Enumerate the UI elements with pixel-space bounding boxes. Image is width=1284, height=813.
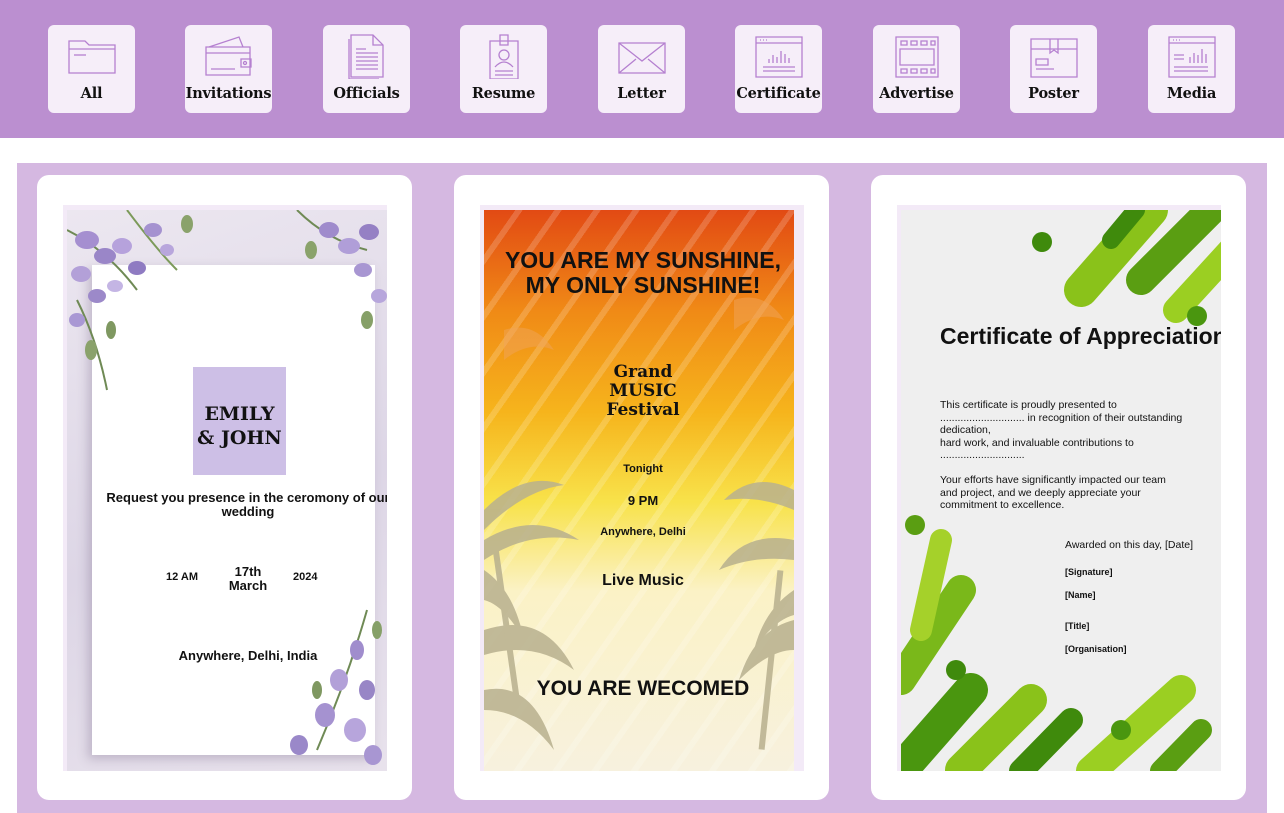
category-advertise[interactable]: Advertise <box>873 25 960 113</box>
media-window-icon <box>1166 33 1218 79</box>
festival-place: Anywhere, Delhi <box>600 526 686 538</box>
category-media[interactable]: Media <box>1148 25 1235 113</box>
category-all[interactable]: All <box>48 25 135 113</box>
invitation-year: 2024 <box>293 571 318 583</box>
category-bar: All Invitations Officials Resume Letter … <box>0 0 1284 138</box>
category-invitations[interactable]: Invitations <box>185 25 272 113</box>
category-poster[interactable]: Poster <box>1010 25 1097 113</box>
template-card-festival[interactable]: YOU ARE MY SUNSHINE, MY ONLY SUNSHINE! G… <box>454 175 829 800</box>
invitation-place: Anywhere, Delhi, India <box>178 648 318 663</box>
certificate-organisation: [Organisation] <box>1065 644 1127 654</box>
invitation-date: 17th March <box>228 564 268 593</box>
category-label: Advertise <box>879 85 954 102</box>
category-certificate[interactable]: Certificate <box>735 25 822 113</box>
festival-background: YOU ARE MY SUNSHINE, MY ONLY SUNSHINE! G… <box>484 210 794 771</box>
invitation-background: EMILY & JOHN Request you presence in the… <box>67 210 387 771</box>
festival-headline: YOU ARE MY SUNSHINE, MY ONLY SUNSHINE! <box>504 247 782 298</box>
festival-feature: Live Music <box>602 572 684 589</box>
certificate-role: [Title] <box>1065 621 1090 631</box>
certificate-impact: Your efforts have significantly impacted… <box>940 474 1166 511</box>
couple-names: EMILY & JOHN <box>197 403 282 449</box>
certificate-name: [Name] <box>1065 590 1096 600</box>
category-resume[interactable]: Resume <box>460 25 547 113</box>
festival-event-name: Grand MUSIC Festival <box>606 362 680 420</box>
template-preview-certificate: Certificate of Appreciation This certifi… <box>897 205 1221 771</box>
id-badge-icon <box>478 33 530 79</box>
chart-window-icon <box>753 33 805 79</box>
category-label: Certificate <box>736 85 821 102</box>
template-card-certificate[interactable]: Certificate of Appreciation This certifi… <box>871 175 1246 800</box>
category-label: Officials <box>333 85 400 102</box>
invitation-request: Request you presence in the ceromony of … <box>106 490 387 519</box>
category-label: Poster <box>1028 85 1079 102</box>
wallet-card-icon <box>203 33 255 79</box>
document-icon <box>341 33 393 79</box>
category-officials[interactable]: Officials <box>323 25 410 113</box>
category-letter[interactable]: Letter <box>598 25 685 113</box>
category-label: Letter <box>617 85 666 102</box>
festival-welcome: YOU ARE WECOMED <box>536 677 750 700</box>
festival-time: 9 PM <box>627 493 659 508</box>
certificate-background: Certificate of Appreciation This certifi… <box>901 210 1221 771</box>
billboard-icon <box>891 33 943 79</box>
category-label: Resume <box>471 85 536 102</box>
template-preview-festival: YOU ARE MY SUNSHINE, MY ONLY SUNSHINE! G… <box>480 205 804 771</box>
certificate-signature: [Signature] <box>1065 567 1113 577</box>
invitation-time: 12 AM <box>166 571 198 583</box>
certificate-title: Certificate of Appreciation <box>940 323 1221 349</box>
category-label: Media <box>1166 85 1217 102</box>
template-gallery: EMILY & JOHN Request you presence in the… <box>17 163 1267 813</box>
folder-icon <box>66 33 118 79</box>
envelope-icon <box>616 33 668 79</box>
template-preview-wedding: EMILY & JOHN Request you presence in the… <box>63 205 387 771</box>
template-card-wedding[interactable]: EMILY & JOHN Request you presence in the… <box>37 175 412 800</box>
package-box-icon <box>1028 33 1080 79</box>
certificate-body: This certificate is proudly presented to… <box>940 399 1183 461</box>
category-label: All <box>80 85 103 102</box>
certificate-awarded: Awarded on this day, [Date] <box>1065 539 1194 551</box>
festival-when: Tonight <box>623 463 663 475</box>
category-label: Invitations <box>185 85 272 102</box>
